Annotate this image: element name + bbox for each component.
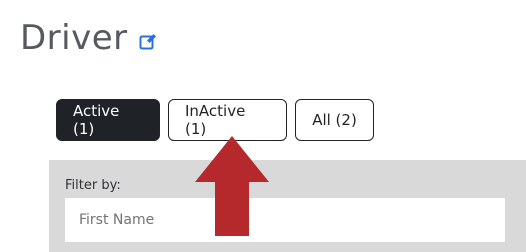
tab-inactive[interactable]: InActive (1) [168, 99, 287, 141]
tab-active[interactable]: Active (1) [56, 99, 160, 141]
tab-inactive-label: InActive (1) [185, 102, 246, 138]
page-title: Driver [20, 18, 128, 58]
driver-page: Driver Active (1) InActive (1) All (2) F… [0, 0, 526, 252]
status-tabs: Active (1) InActive (1) All (2) [56, 99, 374, 141]
tab-all-label: All (2) [312, 111, 357, 129]
tab-all[interactable]: All (2) [295, 99, 374, 141]
filter-label: Filter by: [65, 178, 121, 193]
up-arrow-annotation-icon [195, 136, 269, 236]
edit-icon[interactable] [138, 32, 158, 52]
tab-active-label: Active (1) [73, 102, 120, 138]
page-header: Driver [20, 16, 158, 60]
first-name-filter-input[interactable] [65, 198, 505, 242]
filter-panel: Filter by: [49, 160, 526, 252]
